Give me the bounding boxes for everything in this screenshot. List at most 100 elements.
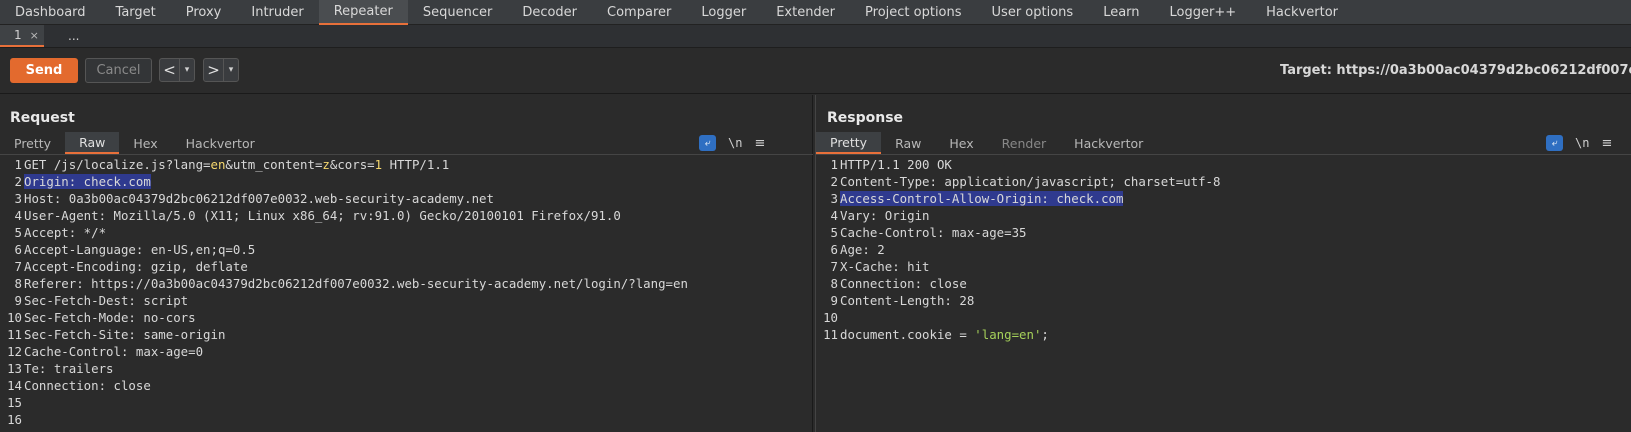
request-line[interactable]: 13 Te: trailers [0,360,688,377]
line-number: 9 [14,293,22,308]
request-line[interactable]: 7 Accept-Encoding: gzip, deflate [0,258,688,275]
wrap-lines-icon[interactable]: ⤶ [699,135,716,151]
tab-decoder[interactable]: Decoder [507,0,592,25]
line-text: document.cookie = 'lang=en'; [840,327,1049,342]
request-line[interactable]: 4 User-Agent: Mozilla/5.0 (X11; Linux x86… [0,207,688,224]
response-title: Response [827,110,904,126]
back-arrow-icon[interactable]: < [160,59,180,81]
line-number: 3 [14,191,22,206]
back-nav-button[interactable]: < ▾ [159,58,195,82]
request-line[interactable]: 10 Sec-Fetch-Mode: no-cors [0,309,688,326]
forward-arrow-icon[interactable]: > [204,59,224,81]
response-line[interactable]: 2 Content-Type: application/javascript; c… [816,173,1221,190]
tab-logger[interactable]: Logger++ [1155,0,1252,25]
tab-learn[interactable]: Learn [1088,0,1154,25]
line-number: 13 [7,361,22,376]
tab-logger[interactable]: Logger [686,0,761,25]
close-icon[interactable]: × [30,29,39,42]
new-tab-button[interactable]: ... [44,25,89,47]
request-tab-hackvertor[interactable]: Hackvertor [172,132,269,154]
tab-hackvertor[interactable]: Hackvertor [1251,0,1353,25]
tab-dashboard[interactable]: Dashboard [0,0,101,25]
request-line[interactable]: 8 Referer: https://0a3b00ac04379d2bc06212… [0,275,688,292]
request-line[interactable]: 16 [0,411,688,428]
repeater-tab-1[interactable]: 1 × [0,25,44,47]
line-text: Connection: close [24,378,151,393]
response-tab-pretty[interactable]: Pretty [816,132,882,154]
line-number: 5 [830,225,838,240]
request-line[interactable]: 12 Cache-Control: max-age=0 [0,343,688,360]
line-text: Origin: check.com [24,174,151,189]
request-tab-raw[interactable]: Raw [65,132,120,154]
target-label[interactable]: Target: https://0a3b00ac04379d2bc06212df… [1280,63,1631,78]
request-line[interactable]: 9 Sec-Fetch-Dest: script [0,292,688,309]
line-text: Accept-Encoding: gzip, deflate [24,259,248,274]
divider [0,154,813,155]
request-tab-hex[interactable]: Hex [119,132,171,154]
request-line[interactable]: 14 Connection: close [0,377,688,394]
main-tab-bar: Dashboard Target Proxy Intruder Repeater Sequ… [0,0,1631,25]
request-line[interactable]: 3 Host: 0a3b00ac04379d2bc06212df007e0032.… [0,190,688,207]
line-number: 4 [830,208,838,223]
line-number: 1 [830,157,838,172]
line-text: Age: 2 [840,242,885,257]
newline-toggle-icon[interactable]: \n [728,136,742,150]
request-editor[interactable]: 1 GET /js/localize.js?lang=en&utm_content… [0,156,688,428]
response-line[interactable]: 9 Content-Length: 28 [816,292,1220,309]
send-button[interactable]: Send [10,58,78,83]
response-line[interactable]: 6 Age: 2 [816,241,1220,258]
response-view-tabs: Pretty Raw Hex Render Hackvertor [816,132,1157,154]
response-line[interactable]: 11 document.cookie = 'lang=en'; [816,326,1220,343]
response-tab-render[interactable]: Render [988,132,1061,154]
line-number: 7 [830,259,838,274]
tab-user-options[interactable]: User options [977,0,1089,25]
chevron-down-icon[interactable]: ▾ [224,59,238,81]
response-line[interactable]: 3 Access-Control-Allow-Origin: check.com [816,190,1220,207]
newline-toggle-icon[interactable]: \n [1575,136,1589,150]
tab-proxy[interactable]: Proxy [171,0,237,25]
tab-intruder[interactable]: Intruder [236,0,318,25]
forward-nav-button[interactable]: > ▾ [203,58,239,82]
response-line[interactable]: 1 HTTP/1.1 200 OK [816,156,1220,173]
tab-extender[interactable]: Extender [761,0,850,25]
response-line[interactable]: 5 Cache-Control: max-age=35 [816,224,1220,241]
response-tab-hex[interactable]: Hex [935,132,987,154]
menu-icon[interactable]: ≡ [754,136,765,151]
response-line[interactable]: 10 [816,309,1220,326]
tab-comparer[interactable]: Comparer [592,0,686,25]
response-line[interactable]: 8 Connection: close [816,275,1220,292]
response-line[interactable]: 4 Vary: Origin [816,207,1220,224]
response-editor[interactable]: 1 HTTP/1.1 200 OK 2 Content-Type: applicati… [816,156,1220,343]
request-title: Request [10,110,75,126]
line-number: 9 [830,293,838,308]
request-line[interactable]: 11 Sec-Fetch-Site: same-origin [0,326,688,343]
tab-project-options[interactable]: Project options [850,0,977,25]
request-line[interactable]: 6 Accept-Language: en-US,en;q=0.5 [0,241,688,258]
request-line[interactable]: 15 [0,394,688,411]
request-tab-pretty[interactable]: Pretty [0,132,65,154]
tab-sequencer[interactable]: Sequencer [408,0,507,25]
request-line[interactable]: 5 Accept: */* [0,224,688,241]
tab-target[interactable]: Target [101,0,171,25]
menu-icon[interactable]: ≡ [1601,136,1612,151]
repeater-tab-label: 1 [14,28,22,42]
cancel-button[interactable]: Cancel [85,58,152,83]
line-number: 1 [14,157,22,172]
line-text: Connection: close [840,276,967,291]
line-text: HTTP/1.1 200 OK [840,157,952,172]
line-number: 4 [14,208,22,223]
chevron-down-icon[interactable]: ▾ [180,59,194,81]
repeater-toolbar: Send Cancel < ▾ > ▾ Target: https://0a3b… [0,48,1631,94]
wrap-lines-icon[interactable]: ⤶ [1546,135,1563,151]
response-line[interactable]: 7 X-Cache: hit [816,258,1220,275]
line-number: 15 [7,395,22,410]
request-line[interactable]: 2 Origin: check.com [0,173,688,190]
tab-repeater[interactable]: Repeater [318,0,408,25]
line-text: Sec-Fetch-Dest: script [24,293,189,308]
response-tab-raw[interactable]: Raw [881,132,935,154]
line-number: 12 [7,344,22,359]
line-text: Referer: https://0a3b00ac04379d2bc06212d… [24,276,688,291]
response-tab-hackvertor[interactable]: Hackvertor [1060,132,1157,154]
request-line[interactable]: 1 GET /js/localize.js?lang=en&utm_content… [0,156,688,173]
line-number: 2 [830,174,838,189]
